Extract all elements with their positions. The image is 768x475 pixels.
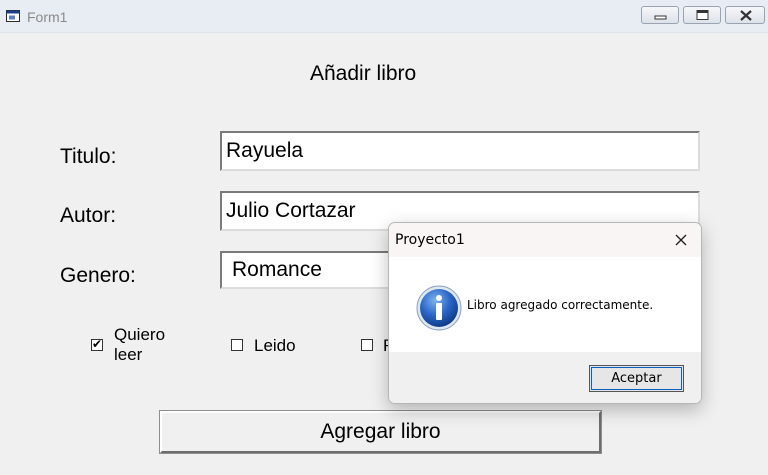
- window-title: Form1: [27, 9, 68, 25]
- titulo-label: Titulo:: [60, 145, 117, 168]
- message-dialog: Proyecto1 Libro agregado correctamente. …: [388, 222, 702, 404]
- autor-label: Autor:: [60, 204, 117, 227]
- leido-checkbox[interactable]: [231, 339, 243, 351]
- dialog-title: Proyecto1: [395, 232, 465, 248]
- dialog-close-icon[interactable]: [673, 232, 689, 248]
- dialog-body: Libro agregado correctamente.: [389, 257, 701, 352]
- agregar-libro-button[interactable]: Agregar libro: [159, 410, 602, 454]
- quiero-leer-label[interactable]: Quiero leer: [114, 325, 174, 365]
- quiero-leer-checkbox[interactable]: ✔: [91, 337, 103, 351]
- checkmark-icon: ✔: [92, 337, 103, 351]
- genero-label: Genero:: [60, 264, 136, 287]
- aceptar-button[interactable]: Aceptar: [589, 365, 684, 392]
- info-icon: [416, 285, 462, 331]
- leido-label[interactable]: Leido: [254, 336, 296, 356]
- close-button[interactable]: [725, 6, 765, 24]
- third-checkbox[interactable]: [361, 339, 373, 351]
- minimize-button[interactable]: [641, 6, 679, 24]
- close-icon: [740, 10, 752, 21]
- minimize-icon: [654, 15, 667, 20]
- maximize-button[interactable]: [683, 6, 721, 24]
- window-titlebar[interactable]: Form1: [0, 0, 768, 33]
- dialog-titlebar[interactable]: Proyecto1: [389, 223, 701, 257]
- dialog-message: Libro agregado correctamente.: [467, 298, 654, 312]
- maximize-icon: [696, 10, 709, 20]
- form-app-icon: [6, 10, 20, 22]
- form-heading: Añadir libro: [310, 62, 417, 85]
- titulo-input[interactable]: Rayuela: [220, 131, 700, 171]
- dialog-footer: Aceptar: [389, 352, 701, 403]
